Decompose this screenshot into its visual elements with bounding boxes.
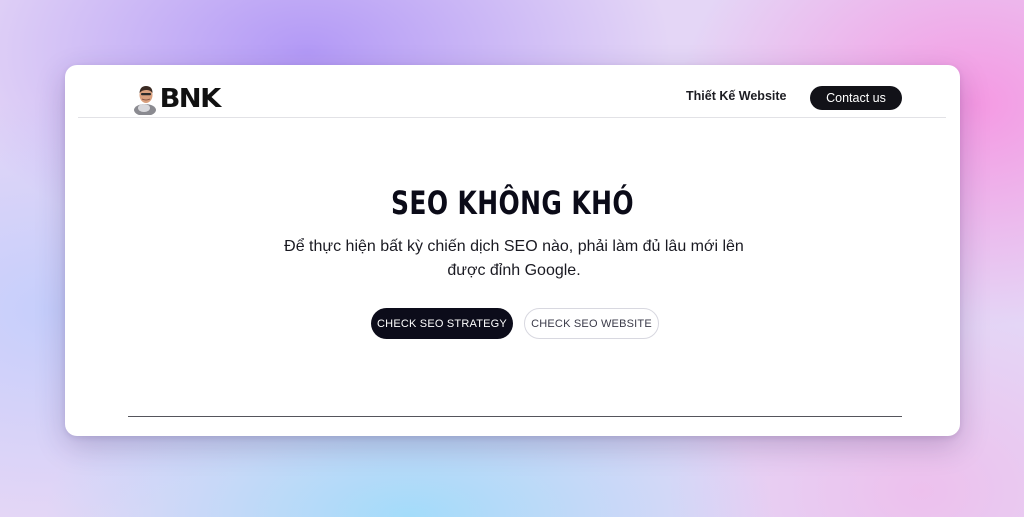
- check-seo-strategy-button[interactable]: CHECK SEO STRATEGY: [371, 308, 513, 339]
- browser-window: BNK Thiết Kế Website Contact us SEO KHÔN…: [65, 65, 960, 436]
- avatar: [133, 83, 159, 116]
- logo-text: BNK: [159, 84, 222, 114]
- hero-subtitle: Để thực hiện bất kỳ chiến dịch SEO nào, …: [284, 238, 744, 279]
- logo[interactable]: BNK: [133, 82, 222, 116]
- check-seo-website-button[interactable]: CHECK SEO WEBSITE: [524, 308, 659, 339]
- divider: [128, 416, 902, 417]
- navbar: BNK Thiết Kế Website Contact us: [78, 65, 946, 118]
- hero-title: SEO KHÔNG KHÓ: [391, 184, 634, 222]
- contact-us-button[interactable]: Contact us: [810, 86, 902, 110]
- nav-link-thiet-ke-website[interactable]: Thiết Kế Website: [686, 89, 786, 103]
